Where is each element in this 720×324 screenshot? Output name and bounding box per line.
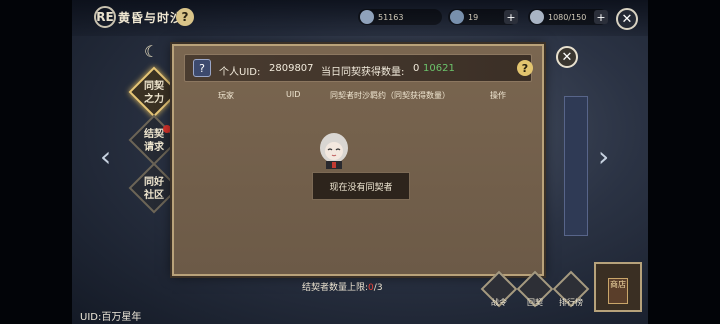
app-title: 黄昏与时沙 <box>118 11 184 25</box>
left-letterbox <box>0 0 72 324</box>
bond-limit-label: 结契者数量上限: <box>302 283 369 293</box>
resource-gems-value: 51163 <box>378 12 404 22</box>
feather-icon <box>530 10 544 24</box>
daily-count-label: 当日同契获得数量: <box>321 67 405 78</box>
uid-label: 个人UID: <box>219 67 261 78</box>
title-help-icon[interactable]: ? <box>176 8 194 26</box>
resource-gems: 51163 <box>358 9 442 25</box>
shop-label: 商店 <box>608 278 628 304</box>
column-header-uid: UID <box>286 90 301 99</box>
column-header-bond: 同契者时沙羁约（同契获得数量） <box>330 91 450 100</box>
uid-value: 2809807 <box>269 63 314 74</box>
leaderboard-label: 排行榜 <box>559 298 583 307</box>
daily-count-value: 0 <box>413 63 420 74</box>
add-feather-button[interactable]: + <box>594 10 608 24</box>
bond-dialog: ? 个人UID: 2809807 当日同契获得数量: 0 10621 ? 玩家 … <box>172 44 544 276</box>
wand-icon <box>450 10 464 24</box>
battle-pass-label: 战令 <box>491 298 507 307</box>
menu-item-bond-power-label: 同契 之力 <box>144 81 164 105</box>
bond-limit-max: /3 <box>373 283 383 293</box>
resource-wand-value: 19 <box>468 12 479 22</box>
resource-feather-value: 1080/150 <box>548 12 587 22</box>
footer-uid: UID:百万星年 <box>80 312 142 323</box>
empty-state-message: 现在没有同契者 <box>312 172 410 200</box>
menu-item-community-label: 同好 社区 <box>144 177 164 201</box>
column-header-player: 玩家 <box>218 91 234 100</box>
gem-icon <box>360 10 374 24</box>
question-icon: ? <box>193 59 211 77</box>
add-wand-button[interactable]: + <box>504 10 518 24</box>
column-header-action: 操作 <box>490 91 506 100</box>
help-icon[interactable]: ? <box>517 60 533 76</box>
chevron-left-icon[interactable]: ‹ <box>100 140 118 176</box>
daily-count-extra: 10621 <box>423 63 455 74</box>
background-card <box>564 96 588 236</box>
right-letterbox <box>648 0 720 324</box>
close-dialog-button[interactable]: ✕ <box>556 46 578 68</box>
mascot-icon <box>320 133 348 169</box>
close-page-button[interactable]: ✕ <box>616 8 638 30</box>
moon-icon: ☾ <box>144 42 159 61</box>
notification-badge <box>163 125 171 133</box>
chevron-right-icon[interactable]: › <box>598 140 616 176</box>
app-emblem-icon: RE <box>94 6 116 28</box>
resource-feather: 1080/150 + <box>528 9 608 25</box>
return-bond-label: 回契 <box>527 298 543 307</box>
bond-limit: 结契者数量上限:0/3 <box>302 280 383 293</box>
resource-wand: 19 + <box>448 9 518 25</box>
dialog-header: ? 个人UID: 2809807 当日同契获得数量: 0 10621 ? <box>184 54 533 82</box>
